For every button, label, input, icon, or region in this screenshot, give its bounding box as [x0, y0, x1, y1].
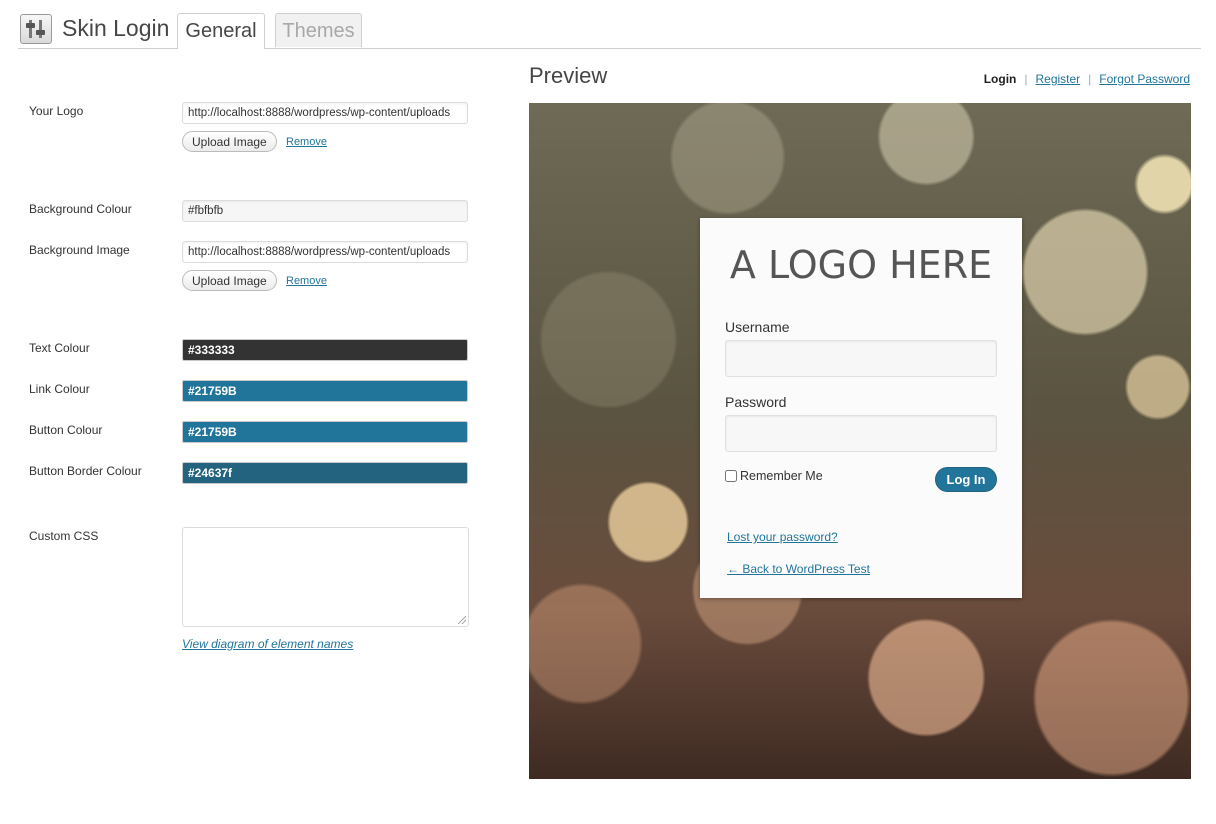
lost-password-link[interactable]: Lost your password?	[727, 530, 838, 544]
remember-me-checkbox[interactable]	[725, 470, 737, 482]
remember-me[interactable]: Remember Me	[725, 469, 823, 483]
resize-handle-icon[interactable]	[458, 616, 466, 624]
remember-me-label: Remember Me	[740, 469, 823, 483]
preview-nav-register[interactable]: Register	[1035, 72, 1080, 86]
password-input[interactable]	[725, 415, 997, 452]
preview-title: Preview	[529, 63, 608, 88]
background-colour-input[interactable]	[182, 200, 468, 222]
logo-url-input[interactable]	[182, 102, 468, 124]
page-header: Skin Login General Themes	[18, 12, 1201, 49]
button-colour-label: Button Colour	[29, 423, 103, 437]
button-colour-input[interactable]	[182, 421, 468, 443]
button-border-colour-label: Button Border Colour	[29, 464, 142, 478]
background-image-upload-button[interactable]: Upload Image	[182, 270, 277, 291]
username-input[interactable]	[725, 340, 997, 377]
background-image-label: Background Image	[29, 243, 130, 257]
background-colour-label: Background Colour	[29, 202, 132, 216]
preview-nav: Login | Register | Forgot Password	[984, 72, 1190, 86]
tab-general[interactable]: General	[177, 13, 265, 49]
login-box: A LOGO HERE Username Password Remember M…	[700, 218, 1022, 598]
background-image-remove-link[interactable]: Remove	[286, 275, 327, 287]
nav-separator: |	[1024, 72, 1028, 86]
nav-separator: |	[1088, 72, 1092, 86]
username-label: Username	[725, 319, 790, 335]
tab-themes[interactable]: Themes	[275, 13, 362, 47]
preview-nav-login[interactable]: Login	[984, 72, 1017, 86]
login-logo: A LOGO HERE	[729, 243, 993, 287]
logo-upload-button[interactable]: Upload Image	[182, 131, 277, 152]
view-diagram-link[interactable]: View diagram of element names	[182, 637, 353, 651]
preview-nav-forgot-password[interactable]: Forgot Password	[1099, 72, 1190, 86]
custom-css-textarea[interactable]	[182, 527, 469, 627]
log-in-button[interactable]: Log In	[935, 467, 997, 492]
text-colour-input[interactable]	[182, 339, 468, 361]
your-logo-label: Your Logo	[29, 104, 84, 118]
page-title: Skin Login	[62, 15, 170, 41]
password-label: Password	[725, 394, 787, 410]
settings-sliders-icon	[20, 14, 52, 44]
back-to-site-link[interactable]: ← Back to WordPress Test	[727, 562, 870, 576]
button-border-colour-input[interactable]	[182, 462, 468, 484]
background-image-url-input[interactable]	[182, 241, 468, 263]
logo-remove-link[interactable]: Remove	[286, 136, 327, 148]
custom-css-label: Custom CSS	[29, 529, 99, 543]
link-colour-input[interactable]	[182, 380, 468, 402]
text-colour-label: Text Colour	[29, 341, 90, 355]
link-colour-label: Link Colour	[29, 382, 90, 396]
